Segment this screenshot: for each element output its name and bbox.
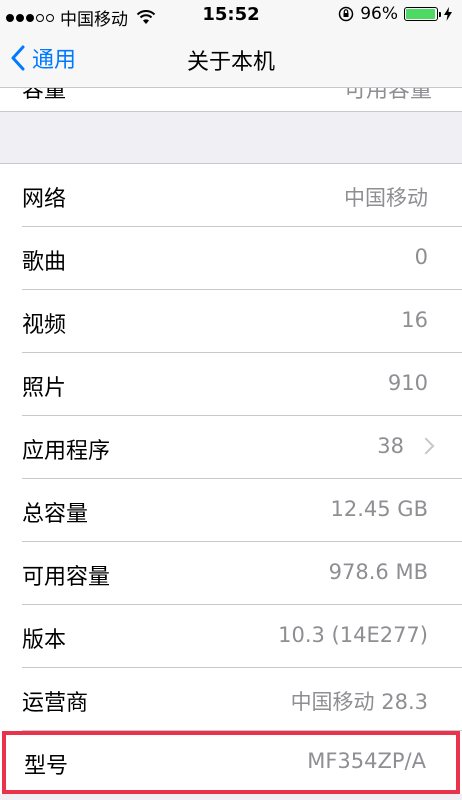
row-value: 12.45 GB (330, 497, 428, 521)
row-label: 视频 (22, 313, 67, 338)
row-label: 型号 (24, 754, 69, 779)
row-label: 应用程序 (22, 439, 111, 464)
row-photos: 照片 910 (0, 353, 462, 416)
row-label: 总容量 (22, 502, 89, 527)
row-capacity: 总容量 12.45 GB (0, 479, 462, 542)
orientation-lock-icon (338, 6, 354, 22)
about-list: 网络 中国移动 歌曲 0 视频 16 照片 910 应用程序 38 总容量 12… (0, 163, 462, 794)
clipped-label: 容量 (22, 88, 67, 103)
row-value: 0 (414, 245, 428, 269)
row-applications[interactable]: 应用程序 38 (0, 416, 462, 479)
row-label: 歌曲 (22, 250, 67, 275)
row-value: 38 (377, 434, 404, 458)
clipped-list-row: 容量 可用容量 (0, 88, 462, 112)
battery-percentage: 96% (360, 4, 398, 24)
row-value: 中国移动 (344, 186, 428, 210)
charging-bolt-icon (444, 7, 452, 21)
row-carrier[interactable]: 运营商 中国移动 28.3 (0, 668, 462, 731)
row-value: MF354ZP/A (307, 749, 426, 773)
page-title: 关于本机 (186, 50, 275, 75)
row-version: 版本 10.3 (14E277) (0, 605, 462, 668)
row-label: 版本 (22, 628, 67, 653)
row-value: 978.6 MB (328, 560, 428, 584)
status-right: 96% (338, 4, 452, 24)
status-bar: 中国移动 15:52 96% (0, 0, 462, 30)
row-label: 网络 (22, 187, 67, 212)
battery-icon (404, 7, 441, 21)
row-label: 可用容量 (22, 565, 111, 590)
row-network: 网络 中国移动 (0, 164, 462, 227)
navigation-bar: 通用 关于本机 (0, 30, 462, 88)
chevron-right-icon (417, 437, 435, 455)
row-value: 中国移动 28.3 (290, 690, 428, 714)
row-videos: 视频 16 (0, 290, 462, 353)
row-available: 可用容量 978.6 MB (0, 542, 462, 605)
row-model[interactable]: 型号 MF354ZP/A (2, 731, 460, 794)
row-value: 16 (401, 308, 428, 332)
row-value: 10.3 (14E277) (278, 623, 428, 647)
row-songs: 歌曲 0 (0, 227, 462, 290)
row-value: 910 (387, 371, 428, 395)
clipped-value: 可用容量 (343, 88, 432, 103)
row-label: 运营商 (22, 691, 89, 716)
row-label: 照片 (22, 376, 67, 401)
